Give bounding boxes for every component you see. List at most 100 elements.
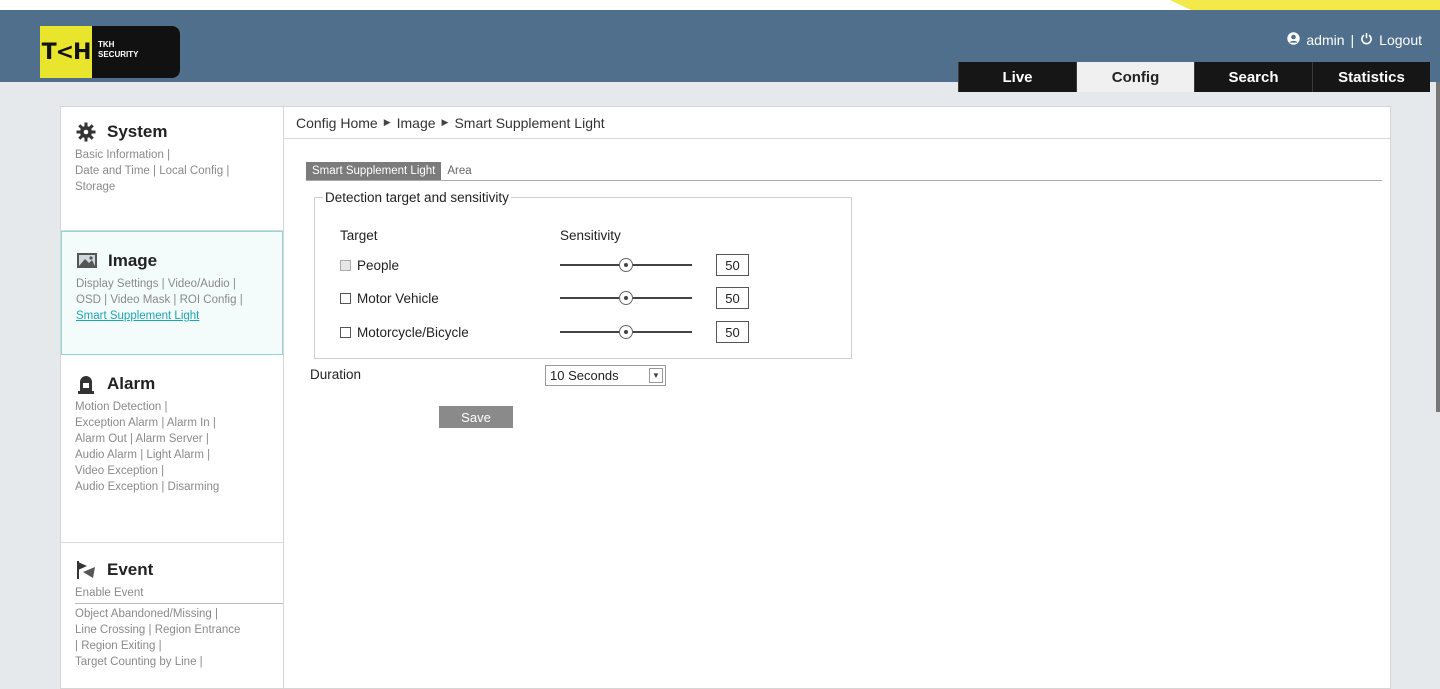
detection-legend: Detection target and sensitivity <box>323 190 511 205</box>
link-separator: | <box>215 608 219 620</box>
link-separator: | <box>205 433 209 445</box>
duration-label: Duration <box>310 367 362 382</box>
breadcrumb-config-home[interactable]: Config Home <box>296 115 378 131</box>
motor-vehicle-label: Motor Vehicle <box>357 290 439 306</box>
link-separator: | <box>161 278 165 290</box>
motorcycle-bicycle-sensitivity-slider[interactable] <box>560 325 692 339</box>
sidebar-section-image: Image Display Settings | Video/Audio | O… <box>61 231 283 355</box>
link-separator: | <box>104 294 108 306</box>
link-separator: | <box>161 481 165 493</box>
sidebar-system-label: System <box>107 122 168 141</box>
sidebar-title-image[interactable]: Image <box>76 250 268 272</box>
sidebar-section-event: Event Enable Event Object Abandoned/Miss… <box>61 543 283 680</box>
nav-tab-statistics[interactable]: Statistics <box>1312 62 1430 92</box>
sidebar-image-label: Image <box>108 251 158 270</box>
sidebar-link-light-alarm[interactable]: Light Alarm <box>146 449 204 461</box>
target-row-motor-vehicle: Motor Vehicle <box>340 287 439 309</box>
subtabs: Smart Supplement Light Area <box>306 159 1382 181</box>
sidebar-alarm-label: Alarm <box>107 374 156 393</box>
logo-line-1: TKH <box>98 40 115 49</box>
motorcycle-bicycle-label: Motorcycle/Bicycle <box>357 324 469 340</box>
sidebar-link-video-exception[interactable]: Video Exception <box>75 465 158 477</box>
column-header-sensitivity: Sensitivity <box>560 228 621 243</box>
sidebar-link-line-crossing[interactable]: Line Crossing <box>75 624 145 636</box>
save-button[interactable]: Save <box>439 406 513 428</box>
duration-select[interactable]: 10 Seconds ▼ <box>545 365 666 386</box>
sidebar-link-local-config[interactable]: Local Config <box>159 165 223 177</box>
motorcycle-bicycle-checkbox[interactable] <box>340 326 351 338</box>
slider-thumb[interactable] <box>619 291 633 305</box>
people-checkbox[interactable] <box>340 259 351 271</box>
sidebar-link-alarm-server[interactable]: Alarm Server <box>136 433 203 445</box>
sidebar-link-exception-alarm[interactable]: Exception Alarm <box>75 417 158 429</box>
motorcycle-bicycle-sensitivity-value[interactable]: 50 <box>716 321 749 343</box>
link-separator: | <box>167 149 171 161</box>
page-scrollbar[interactable] <box>1436 82 1440 412</box>
nav-tab-live[interactable]: Live <box>958 62 1076 92</box>
sidebar-link-disarming[interactable]: Disarming <box>168 481 220 493</box>
chevron-down-icon[interactable]: ▼ <box>649 368 663 383</box>
sidebar-event-links: Enable Event Object Abandoned/Missing | … <box>75 585 283 670</box>
motor-vehicle-sensitivity-slider[interactable] <box>560 291 692 305</box>
slider-thumb[interactable] <box>619 258 633 272</box>
link-separator: | <box>148 624 152 636</box>
sidebar-link-motion-detection[interactable]: Motion Detection <box>75 401 161 413</box>
sidebar-link-osd[interactable]: OSD <box>76 294 101 306</box>
link-separator: | <box>207 449 211 461</box>
motor-vehicle-checkbox[interactable] <box>340 292 351 304</box>
sidebar-link-video-audio[interactable]: Video/Audio <box>168 278 230 290</box>
image-icon <box>76 250 98 272</box>
slider-thumb[interactable] <box>619 325 633 339</box>
sidebar-link-region-exiting[interactable]: Region Exiting <box>81 640 155 652</box>
sidebar-section-alarm: Alarm Motion Detection | Exception Alarm… <box>61 355 283 543</box>
sidebar-link-video-mask[interactable]: Video Mask <box>110 294 170 306</box>
sidebar-link-storage[interactable]: Storage <box>75 181 115 193</box>
sidebar-link-roi-config[interactable]: ROI Config <box>180 294 237 306</box>
subtab-area[interactable]: Area <box>441 162 477 180</box>
sidebar-link-display-settings[interactable]: Display Settings <box>76 278 158 290</box>
people-sensitivity-slider[interactable] <box>560 258 692 272</box>
detection-fieldset: Detection target and sensitivity Target … <box>314 190 852 359</box>
link-separator: | <box>158 640 162 652</box>
logout-link[interactable]: Logout <box>1379 32 1422 48</box>
sidebar-link-region-entrance[interactable]: Region Entrance <box>155 624 241 636</box>
sidebar-link-object-abandoned-missing[interactable]: Object Abandoned/Missing <box>75 608 212 620</box>
breadcrumb: Config Home ▶ Image ▶ Smart Supplement L… <box>284 107 1390 139</box>
sidebar-title-system[interactable]: System <box>75 121 269 143</box>
people-sensitivity-value[interactable]: 50 <box>716 254 749 276</box>
power-icon[interactable] <box>1360 32 1373 48</box>
sidebar-title-event[interactable]: Event <box>75 559 269 581</box>
nav-tab-search[interactable]: Search <box>1194 62 1312 92</box>
username[interactable]: admin <box>1306 32 1344 48</box>
sidebar-link-target-counting-by-line[interactable]: Target Counting by Line <box>75 656 196 668</box>
motor-vehicle-sensitivity-value[interactable]: 50 <box>716 287 749 309</box>
user-bar: admin | Logout <box>1287 32 1422 48</box>
user-icon <box>1287 32 1301 48</box>
breadcrumb-image[interactable]: Image <box>397 115 436 131</box>
sidebar-divider <box>75 603 283 604</box>
sidebar-section-system: System Basic Information | Date and Time… <box>61 107 283 231</box>
sidebar-link-basic-information[interactable]: Basic Information <box>75 149 164 161</box>
sidebar-alarm-links: Motion Detection | Exception Alarm | Ala… <box>75 399 269 495</box>
header: T<H TKH SECURITY admin | Logout Live Con… <box>0 10 1440 92</box>
sidebar: System Basic Information | Date and Time… <box>60 106 283 689</box>
link-separator: | <box>212 417 216 429</box>
link-separator: | <box>161 417 165 429</box>
sidebar-link-alarm-out[interactable]: Alarm Out <box>75 433 127 445</box>
sidebar-link-date-and-time[interactable]: Date and Time <box>75 165 150 177</box>
sidebar-title-alarm[interactable]: Alarm <box>75 373 269 395</box>
sidebar-link-smart-supplement-light[interactable]: Smart Supplement Light <box>76 310 199 322</box>
logo-line-2: SECURITY <box>98 50 139 59</box>
nav-tab-config[interactable]: Config <box>1076 62 1194 92</box>
sidebar-link-enable-event[interactable]: Enable Event <box>75 587 143 599</box>
logo-mark: T<H <box>40 26 92 78</box>
sidebar-link-audio-alarm[interactable]: Audio Alarm <box>75 449 137 461</box>
link-separator: | <box>226 165 230 177</box>
subtab-smart-supplement-light[interactable]: Smart Supplement Light <box>306 162 442 180</box>
sidebar-link-alarm-in[interactable]: Alarm In <box>167 417 210 429</box>
sidebar-link-audio-exception[interactable]: Audio Exception <box>75 481 158 493</box>
column-header-target: Target <box>340 228 378 243</box>
logo-text: TKH SECURITY <box>98 40 138 60</box>
gear-icon <box>75 121 97 143</box>
link-separator: | <box>129 433 133 445</box>
